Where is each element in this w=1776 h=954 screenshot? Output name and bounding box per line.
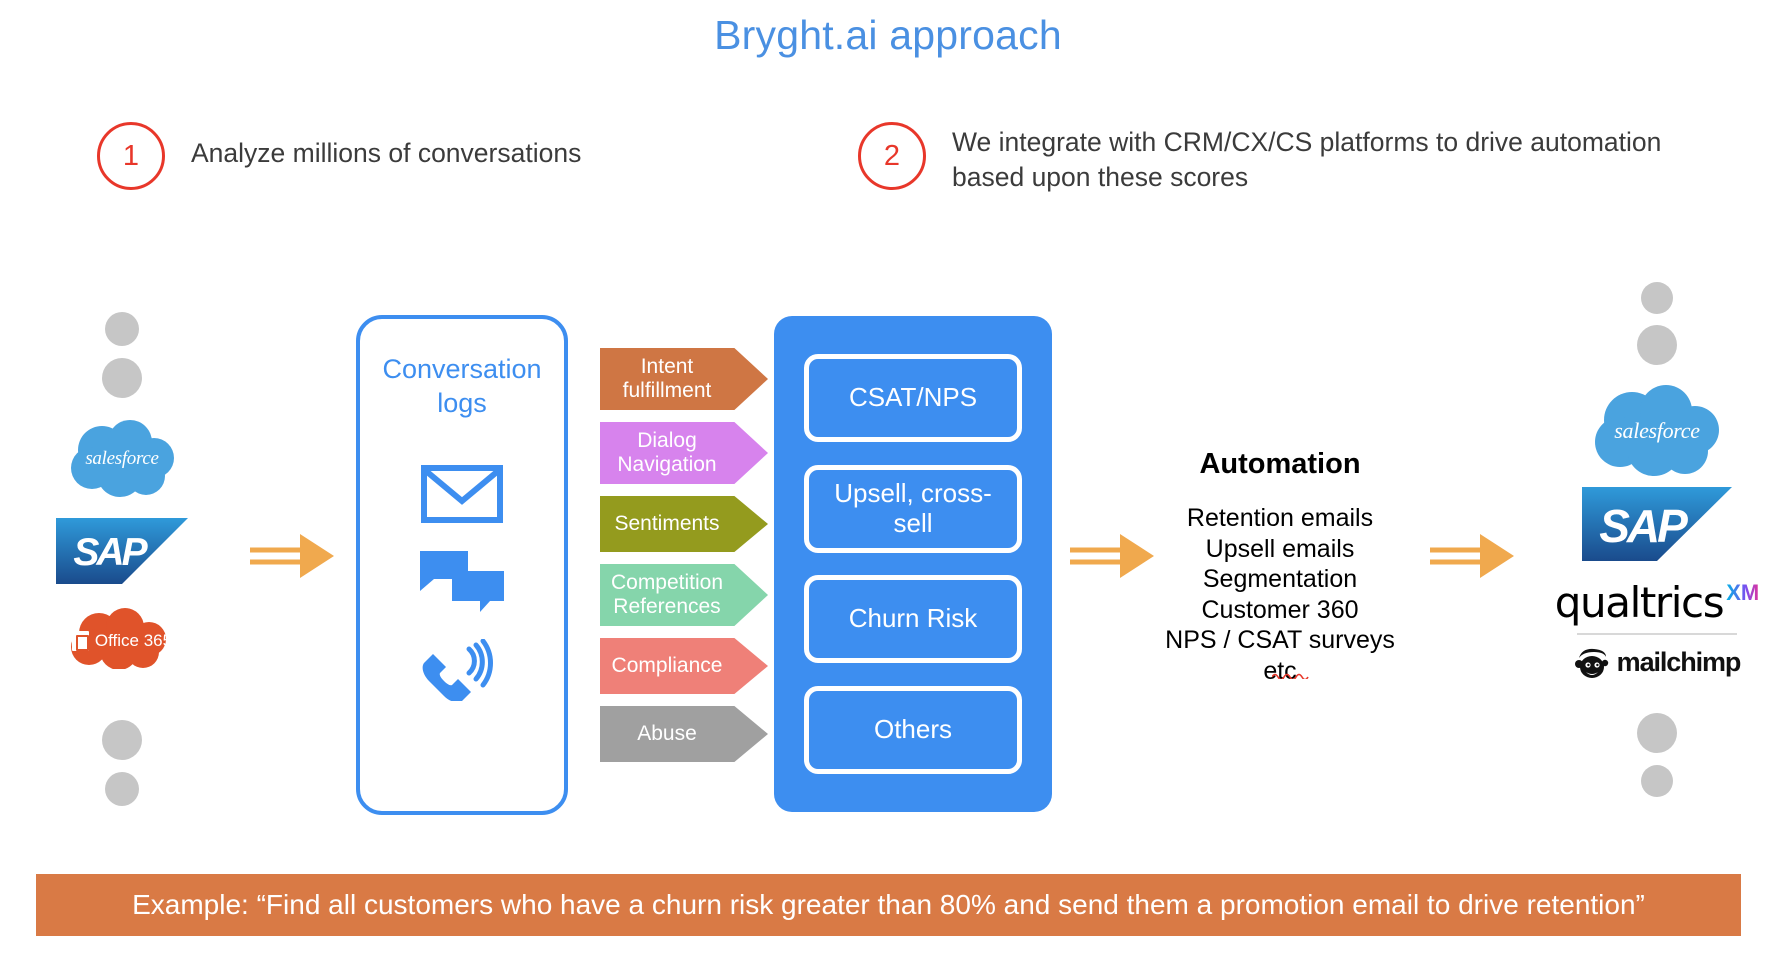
category-label: Dialog Navigation [617, 428, 717, 476]
mailchimp-monkey-icon [1574, 648, 1608, 678]
category-chevron-compliance: Compliance [600, 638, 768, 694]
destination-systems-column: salesforce SAP qualtrics XM mailchimp [1555, 282, 1759, 797]
flow-arrow-icon-3 [1430, 534, 1514, 578]
source-systems-column: salesforce SAP Office 365 [42, 312, 202, 806]
salesforce-logo: salesforce [1592, 385, 1722, 477]
flow-arrow-icon-1 [250, 534, 334, 578]
salesforce-logo: salesforce [68, 420, 176, 498]
step-1-label: Analyze millions of conversations [191, 138, 582, 168]
step-2: 2 We integrate with CRM/CX/CS platforms … [858, 122, 1661, 195]
office-tile-icon [71, 630, 89, 651]
ellipsis-dot-icon [1637, 712, 1677, 753]
conversation-logs-card: Conversation logs [356, 315, 568, 815]
category-chevron-dialog-navigation: Dialog Navigation [600, 422, 768, 484]
ellipsis-dot-icon [1641, 282, 1673, 314]
automation-items: Retention emails Upsell emails Segmentat… [1165, 504, 1395, 685]
chat-bubbles-icon [420, 550, 504, 612]
step-1: 1 Analyze millions of conversations [97, 122, 581, 190]
qualtrics-xm-badge: XM [1726, 580, 1760, 605]
conversation-logs-title: Conversation logs [382, 354, 542, 418]
office365-wordmark: Office 365 [94, 630, 173, 650]
category-chevron-intent-fulfillment: Intent fulfillment [600, 348, 768, 410]
sap-logo: SAP [56, 518, 188, 589]
example-banner-text: Example: “Find all customers who have a … [132, 889, 1645, 920]
mailchimp-logo: mailchimp [1574, 647, 1741, 679]
sap-wordmark: SAP [73, 530, 147, 574]
ellipsis-dot-icon [105, 772, 139, 806]
score-box-csat-nps: CSAT/NPS [804, 354, 1022, 443]
category-chevron-sentiments: Sentiments [600, 496, 768, 552]
conversation-channel-icons [418, 464, 506, 701]
qualtrics-logo: qualtrics XM [1555, 578, 1759, 635]
category-label: Compliance [611, 653, 723, 677]
ellipsis-dot-icon [102, 358, 142, 398]
page-title: Bryght.ai approach [714, 12, 1062, 58]
category-label: Competition References [610, 570, 724, 618]
phone-ringing-icon [422, 638, 493, 701]
score-box-churn-risk: Churn Risk [804, 575, 1022, 664]
sap-logo: SAP [1582, 487, 1732, 566]
category-label: Abuse [637, 721, 697, 745]
category-chevron-competition-references: Competition References [600, 564, 768, 626]
salesforce-wordmark: salesforce [1614, 418, 1700, 443]
divider [1577, 633, 1737, 635]
score-box-upsell-cross-sell: Upsell, cross-sell [804, 464, 1022, 553]
qualtrics-wordmark-group: qualtrics XM [1555, 578, 1759, 627]
qualtrics-wordmark: qualtrics [1554, 578, 1725, 627]
step-2-label: We integrate with CRM/CX/CS platforms to… [952, 127, 1662, 192]
mailchimp-wordmark: mailchimp [1616, 647, 1742, 677]
spellcheck-squiggle-icon [1272, 673, 1309, 679]
score-box-others: Others [804, 685, 1022, 774]
category-label: Sentiments [614, 511, 720, 535]
salesforce-wordmark: salesforce [85, 448, 159, 469]
ellipsis-dot-icon [102, 720, 142, 760]
ellipsis-dot-icon [1637, 325, 1677, 365]
sap-wordmark: SAP [1599, 499, 1688, 552]
ellipsis-dot-icon [1641, 764, 1673, 797]
envelope-icon [421, 464, 503, 523]
automation-title: Automation [1199, 448, 1361, 480]
step-2-number: 2 [858, 122, 926, 190]
automation-block: Automation Retention emails Upsell email… [1120, 448, 1440, 686]
office365-wordmark-group: Office 365 [67, 630, 177, 651]
category-chevron-abuse: Abuse [600, 706, 768, 762]
office365-logo: Office 365 [67, 607, 177, 674]
scores-panel: CSAT/NPS Upsell, cross-sell Churn Risk O… [774, 316, 1052, 812]
ellipsis-dot-icon [105, 312, 139, 346]
slide-canvas: Bryght.ai approach 1 Analyze millions of… [0, 0, 1776, 954]
analysis-categories-column: Intent fulfillment Dialog Navigation Sen… [600, 348, 770, 774]
step-1-number: 1 [97, 122, 165, 190]
category-label: Intent fulfillment [622, 354, 712, 402]
example-banner: Example: “Find all customers who have a … [36, 874, 1741, 936]
